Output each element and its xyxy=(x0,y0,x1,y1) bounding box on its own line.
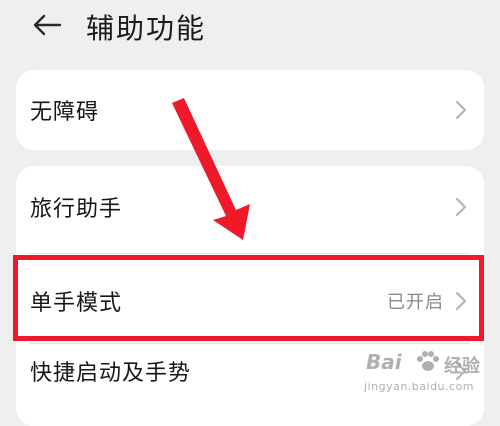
chevron-right-icon xyxy=(456,101,466,119)
menu-item-one-handed-mode[interactable]: 单手模式 已开启 xyxy=(16,262,484,340)
chevron-right-icon xyxy=(456,198,466,216)
menu-item-label: 单手模式 xyxy=(30,291,123,316)
watermark-url: jingyan.baidu.com xyxy=(364,380,475,393)
page-title: 辅助功能 xyxy=(86,12,207,45)
top-bar: 辅助功能 xyxy=(0,0,500,52)
status-value: 已开启 xyxy=(387,292,444,313)
watermark-brand: Bai xyxy=(366,350,402,374)
chevron-right-icon xyxy=(456,292,466,310)
accessibility-card: 无障碍 xyxy=(16,70,484,150)
menu-item-label: 旅行助手 xyxy=(30,197,123,222)
divider xyxy=(30,253,470,254)
watermark-cn: 经验 xyxy=(444,356,480,377)
menu-item-accessibility[interactable]: 无障碍 xyxy=(16,71,484,149)
menu-item-label: 无障碍 xyxy=(30,100,100,125)
back-button[interactable] xyxy=(30,8,64,42)
menu-item-travel-assistant[interactable]: 旅行助手 xyxy=(16,168,484,246)
arrow-left-icon xyxy=(33,14,62,36)
watermark: Bai 经验 jingyan.baidu.com xyxy=(360,348,490,400)
menu-item-label: 快捷启动及手势 xyxy=(30,361,192,386)
paw-icon xyxy=(417,351,439,371)
